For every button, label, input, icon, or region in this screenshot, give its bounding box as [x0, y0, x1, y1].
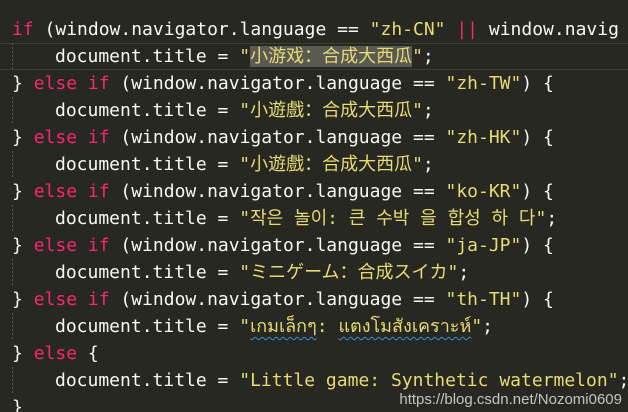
code-token: document.title =: [55, 46, 240, 67]
indent-guide: [12, 97, 13, 124]
code-editor[interactable]: if (window.navigator.language == "zh-CN"…: [0, 0, 628, 412]
code-token: }: [12, 289, 34, 310]
code-line[interactable]: } else if (window.navigator.language == …: [12, 70, 554, 97]
code-line[interactable]: if (window.navigator.language == "zh-CN"…: [12, 16, 619, 43]
code-token: ": [239, 46, 251, 67]
code-token: "小遊戲：合成大西瓜": [239, 154, 423, 175]
code-token: ) {: [521, 181, 554, 202]
code-token: ;: [546, 208, 558, 229]
code-token: ;: [458, 262, 470, 283]
code-token: (window.navigator.language ==: [109, 289, 446, 310]
code-token: else if: [33, 73, 110, 94]
code-token: ;: [422, 46, 434, 67]
code-line[interactable]: document.title = "小遊戲：合成大西瓜";: [55, 151, 434, 178]
code-token: (window.navigator.language ==: [33, 19, 370, 40]
code-token: ) {: [521, 73, 554, 94]
code-token: ;: [422, 154, 434, 175]
code-token: else if: [33, 127, 110, 148]
indent-guide: [12, 367, 13, 394]
code-token: {: [77, 343, 99, 364]
code-token: else if: [33, 235, 110, 256]
code-token: }: [12, 235, 34, 256]
code-token: document.title =: [55, 208, 240, 229]
code-token: (window.navigator.language ==: [109, 73, 446, 94]
code-token: else if: [33, 181, 110, 202]
code-token: (window.navigator.language ==: [109, 181, 446, 202]
code-token: :: [316, 316, 339, 337]
code-token: ;: [422, 100, 434, 121]
code-token: "zh-TW": [445, 73, 522, 94]
code-token: "작은 놀이: 큰 수박 을 합성 하 다": [239, 208, 547, 229]
code-token: "ko-KR": [445, 181, 522, 202]
code-token: ": [471, 316, 483, 337]
code-line[interactable]: } else if (window.navigator.language == …: [12, 286, 554, 313]
watermark: https://blog.csdn.net/Nozomi0609: [399, 391, 622, 408]
indent-guide: [12, 259, 13, 286]
code-token: ) {: [521, 289, 554, 310]
code-token: ;: [482, 316, 494, 337]
code-token: document.title =: [55, 100, 240, 121]
code-line[interactable]: } else if (window.navigator.language == …: [12, 232, 554, 259]
code-token: ) {: [521, 235, 554, 256]
code-token: document.title =: [55, 316, 240, 337]
code-line[interactable]: document.title = "เกมเล็กๆ: แตงโมสังเครา…: [55, 313, 493, 340]
indent-guide: [12, 43, 13, 70]
code-token: "Little game: Synthetic watermelon": [239, 370, 619, 391]
code-token: ||: [456, 19, 479, 40]
code-token: }: [12, 127, 34, 148]
code-line[interactable]: document.title = "작은 놀이: 큰 수박 을 합성 하 다";: [55, 205, 557, 232]
code-token: else if: [33, 289, 110, 310]
code-token: "ja-JP": [445, 235, 522, 256]
code-line[interactable]: } else if (window.navigator.language == …: [12, 124, 554, 151]
code-token: (window.navigator.language ==: [109, 127, 446, 148]
code-token: }: [12, 181, 34, 202]
code-line[interactable]: } else if (window.navigator.language == …: [12, 178, 554, 205]
code-token: ": [239, 316, 251, 337]
indent-guide: [12, 151, 13, 178]
code-line[interactable]: document.title = "小游戏：合成大西瓜";: [55, 43, 434, 70]
code-line[interactable]: document.title = "ミニゲーム：合成スイカ";: [55, 259, 469, 286]
code-token: ;: [619, 370, 628, 391]
code-token: ) {: [521, 127, 554, 148]
code-token: "小遊戲：合成大西瓜": [239, 100, 423, 121]
code-token: window.navig: [478, 19, 619, 40]
code-line[interactable]: }: [12, 394, 23, 412]
code-token: }: [12, 397, 23, 412]
code-line[interactable]: document.title = "小遊戲：合成大西瓜";: [55, 97, 434, 124]
code-token: }: [12, 343, 34, 364]
code-token: "zh-HK": [445, 127, 522, 148]
code-token: 小游戏：合成大西瓜: [250, 46, 413, 67]
code-token: (window.navigator.language ==: [109, 235, 446, 256]
code-token: document.title =: [55, 370, 240, 391]
code-token: document.title =: [55, 154, 240, 175]
code-token: if: [12, 19, 34, 40]
code-token: แตงโมสังเคราะห์: [338, 316, 472, 337]
code-token: "ミニゲーム：合成スイカ": [239, 262, 459, 283]
code-token: else: [33, 343, 78, 364]
code-token: }: [12, 73, 34, 94]
code-token: document.title =: [55, 262, 240, 283]
indent-guide: [12, 313, 13, 340]
code-token: "zh-CN": [369, 19, 446, 40]
code-token: "th-TH": [445, 289, 522, 310]
indent-guide: [12, 205, 13, 232]
code-token: เกมเล็กๆ: [250, 316, 317, 337]
code-token: ": [412, 46, 423, 67]
code-line[interactable]: document.title = "Little game: Synthetic…: [55, 367, 628, 394]
code-line[interactable]: } else {: [12, 340, 99, 367]
